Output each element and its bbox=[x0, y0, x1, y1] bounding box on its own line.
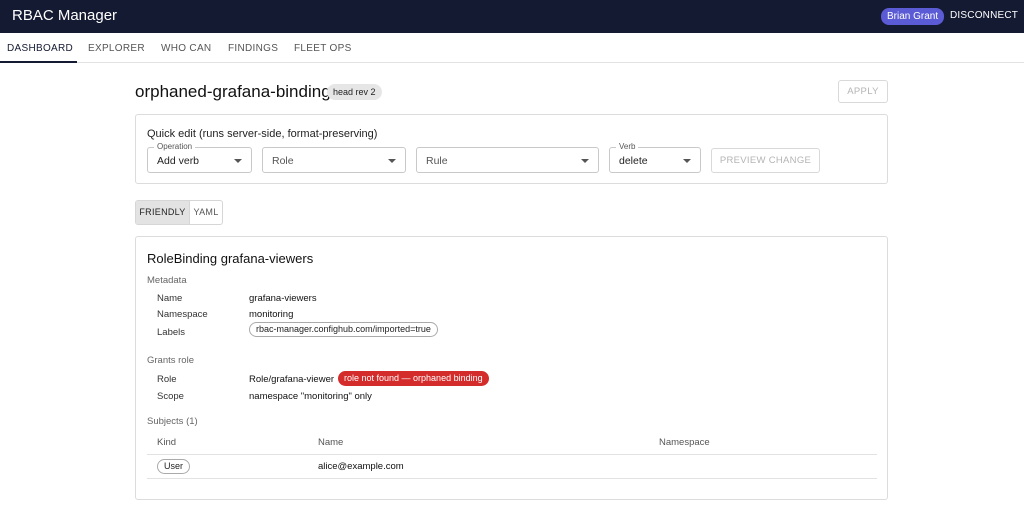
binding-title: RoleBinding grafana-viewers bbox=[147, 251, 314, 266]
metadata-heading: Metadata bbox=[147, 275, 187, 286]
page-title: orphaned-grafana-binding bbox=[135, 82, 331, 101]
subject-name: alice@example.com bbox=[318, 461, 404, 472]
operation-value: Add verb bbox=[157, 155, 200, 167]
grants-role-heading: Grants role bbox=[147, 355, 194, 366]
tab-explorer[interactable]: EXPLORER bbox=[88, 43, 145, 54]
operation-select[interactable]: Operation Add verb bbox=[147, 142, 252, 173]
rule-select[interactable]: Rule bbox=[416, 147, 599, 173]
name-value: grafana-viewers bbox=[249, 293, 317, 304]
role-label: Role bbox=[157, 374, 177, 385]
friendly-toggle-button[interactable]: FRIENDLY bbox=[136, 201, 190, 224]
rule-value: Rule bbox=[426, 155, 448, 167]
chevron-down-icon bbox=[388, 159, 396, 163]
nav-tabs: DASHBOARD EXPLORER WHO CAN FINDINGS FLEE… bbox=[0, 33, 1024, 63]
subject-kind-chip: User bbox=[157, 459, 191, 474]
chevron-down-icon bbox=[581, 159, 589, 163]
role-value: Role bbox=[272, 155, 294, 167]
tab-who-can[interactable]: WHO CAN bbox=[161, 43, 211, 54]
tab-findings[interactable]: FINDINGS bbox=[228, 43, 278, 54]
quick-edit-title: Quick edit (runs server-side, format-pre… bbox=[147, 128, 378, 140]
namespace-label: Namespace bbox=[157, 309, 208, 320]
name-label: Name bbox=[157, 293, 183, 304]
binding-detail-card: RoleBinding grafana-viewers Metadata Nam… bbox=[135, 236, 888, 500]
labels-label: Labels bbox=[157, 327, 185, 338]
tab-fleet-ops[interactable]: FLEET OPS bbox=[294, 43, 352, 54]
quick-edit-card: Quick edit (runs server-side, format-pre… bbox=[135, 114, 888, 184]
role-value: Role/grafana-viewer bbox=[249, 374, 335, 385]
app-bar: RBAC Manager Brian Grant DISCONNECT bbox=[0, 0, 1024, 33]
apply-button[interactable]: APPLY bbox=[838, 80, 888, 103]
table-divider bbox=[147, 454, 877, 455]
yaml-toggle-button[interactable]: YAML bbox=[190, 201, 222, 224]
verb-legend: Verb bbox=[616, 142, 639, 151]
revision-badge: head rev 2 bbox=[327, 84, 382, 100]
active-tab-indicator bbox=[0, 61, 77, 63]
column-header-namespace: Namespace bbox=[659, 437, 710, 448]
scope-label: Scope bbox=[157, 391, 184, 402]
namespace-value: monitoring bbox=[249, 309, 294, 320]
column-header-kind: Kind bbox=[157, 437, 177, 448]
scope-value: namespace "monitoring" only bbox=[249, 391, 372, 402]
subjects-heading: Subjects (1) bbox=[147, 416, 198, 427]
orphaned-error-badge: role not found — orphaned binding bbox=[338, 371, 489, 386]
label-chip: rbac-manager.confighub.com/imported=true bbox=[249, 322, 438, 337]
tab-dashboard[interactable]: DASHBOARD bbox=[7, 43, 73, 54]
table-divider bbox=[147, 478, 877, 479]
user-chip[interactable]: Brian Grant bbox=[881, 8, 945, 25]
verb-select[interactable]: Verb delete bbox=[609, 142, 701, 173]
verb-value: delete bbox=[619, 155, 648, 167]
chevron-down-icon bbox=[234, 159, 242, 163]
app-title: RBAC Manager bbox=[12, 7, 118, 24]
operation-legend: Operation bbox=[154, 142, 196, 151]
disconnect-button[interactable]: DISCONNECT bbox=[950, 10, 1018, 21]
chevron-down-icon bbox=[683, 159, 691, 163]
column-header-name: Name bbox=[318, 437, 344, 448]
view-toggle: FRIENDLY YAML bbox=[135, 200, 223, 225]
role-select[interactable]: Role bbox=[262, 147, 406, 173]
preview-change-button[interactable]: PREVIEW CHANGE bbox=[711, 148, 820, 173]
